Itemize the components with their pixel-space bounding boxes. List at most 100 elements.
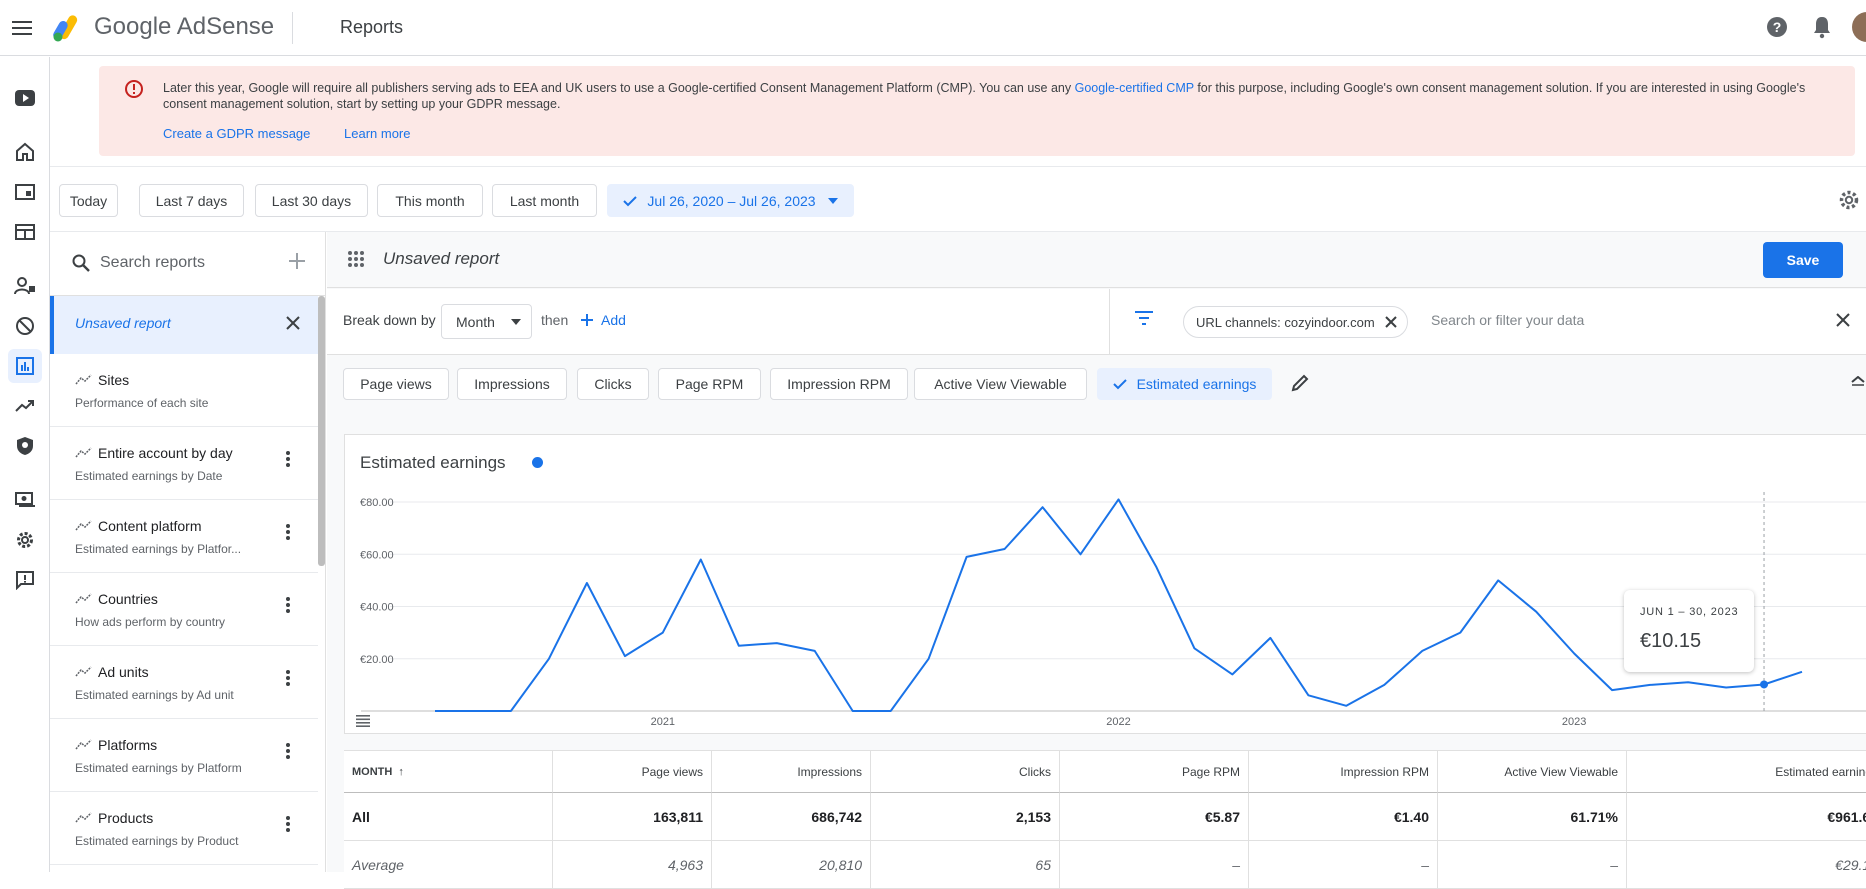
report-item-entire-account[interactable]: Entire account by day Estimated earnings…: [50, 427, 318, 500]
more-vert-icon[interactable]: [286, 743, 290, 759]
report-item-products[interactable]: Products Estimated earnings by Product: [50, 792, 318, 865]
column-header-impression-rpm[interactable]: Impression RPM: [1249, 751, 1438, 793]
breakdown-dropdown[interactable]: Month: [441, 304, 532, 339]
date-range-bar: Today Last 7 days Last 30 days This mont…: [50, 166, 1866, 232]
close-icon[interactable]: [1835, 312, 1851, 328]
top-app-bar: Google AdSense Reports ?: [0, 0, 1866, 56]
breakdown-divider: [1109, 289, 1110, 355]
report-item-unsaved[interactable]: Unsaved report: [50, 296, 318, 354]
report-item-countries[interactable]: Countries How ads perform by country: [50, 573, 318, 646]
table-cell-impression-rpm: €1.40: [1249, 793, 1438, 841]
column-header-estimated-earnings[interactable]: Estimated earnings: [1627, 751, 1866, 793]
y-tick-label: €40.00: [360, 602, 394, 614]
table-cell-clicks: 2,153: [871, 793, 1060, 841]
blocking-controls-icon[interactable]: [8, 309, 42, 343]
earnings-line-chart[interactable]: €20.00€40.00€60.00€80.00202120222023: [345, 435, 1866, 735]
metric-chip-active-view-viewable[interactable]: Active View Viewable: [914, 368, 1087, 400]
close-icon[interactable]: [285, 315, 301, 331]
feedback-icon[interactable]: [8, 563, 42, 597]
date-chip-last-30-days[interactable]: Last 30 days: [255, 184, 368, 217]
payments-icon[interactable]: [8, 483, 42, 517]
privacy-messaging-icon[interactable]: [8, 269, 42, 303]
hamburger-menu-icon[interactable]: [8, 14, 36, 42]
learn-more-link[interactable]: Learn more: [344, 126, 410, 141]
report-table: MONTH ↑Page viewsImpressionsClicksPage R…: [344, 750, 1866, 872]
save-button[interactable]: Save: [1763, 242, 1843, 278]
apps-grid-icon[interactable]: [347, 250, 365, 268]
optimization-icon[interactable]: [8, 389, 42, 423]
date-range-selector[interactable]: Jul 26, 2020 – Jul 26, 2023: [607, 184, 854, 217]
search-reports-input[interactable]: Search reports: [100, 254, 205, 272]
then-label: then: [541, 312, 568, 328]
column-header-month[interactable]: MONTH ↑: [344, 751, 553, 793]
sparkline-icon: [75, 447, 93, 459]
youtube-icon[interactable]: [8, 81, 42, 115]
chart-table-toggle-icon[interactable]: [356, 715, 370, 727]
account-settings-icon[interactable]: [8, 523, 42, 557]
metric-chip-page-views[interactable]: Page views: [343, 368, 449, 400]
notifications-bell-icon[interactable]: [1812, 15, 1832, 39]
add-report-icon[interactable]: [288, 252, 306, 270]
column-header-clicks[interactable]: Clicks: [871, 751, 1060, 793]
tooltip-date: JUN 1 – 30, 2023: [1640, 606, 1738, 618]
date-chip-this-month[interactable]: This month: [377, 184, 483, 217]
x-tick-label: 2021: [651, 716, 675, 728]
sparkline-icon: [75, 593, 93, 605]
data-point[interactable]: [1760, 680, 1768, 688]
add-breakdown-button[interactable]: Add: [581, 312, 626, 328]
table-cell-page-views: 163,811: [553, 793, 712, 841]
filter-chip-url-channel[interactable]: URL channels: cozyindoor.com: [1183, 306, 1408, 338]
error-icon: [125, 80, 143, 98]
column-header-impressions[interactable]: Impressions: [712, 751, 871, 793]
collapse-chart-icon[interactable]: [1851, 376, 1865, 386]
metric-chip-clicks[interactable]: Clicks: [577, 368, 649, 400]
report-item-platforms[interactable]: Platforms Estimated earnings by Platform: [50, 719, 318, 792]
breakdown-bar: Break down by Month then Add URL channel…: [327, 289, 1866, 355]
date-chip-today[interactable]: Today: [59, 184, 118, 217]
reports-scrollbar[interactable]: [318, 296, 325, 566]
check-icon: [1113, 378, 1127, 390]
sort-ascending-icon[interactable]: ↑: [398, 766, 404, 778]
help-icon[interactable]: ?: [1766, 16, 1788, 38]
more-vert-icon[interactable]: [286, 451, 290, 467]
create-gdpr-message-link[interactable]: Create a GDPR message: [163, 126, 310, 141]
column-header-active-view-viewable[interactable]: Active View Viewable: [1438, 751, 1627, 793]
report-item-ad-units[interactable]: Ad units Estimated earnings by Ad unit: [50, 646, 318, 719]
report-item-subtitle: Estimated earnings by Ad unit: [75, 688, 290, 702]
metric-chip-impressions[interactable]: Impressions: [457, 368, 567, 400]
home-icon[interactable]: [8, 135, 42, 169]
metric-chip-impression-rpm[interactable]: Impression RPM: [770, 368, 908, 400]
table-cell-page-rpm: –: [1060, 841, 1249, 889]
more-vert-icon[interactable]: [286, 670, 290, 686]
ads-icon[interactable]: [8, 215, 42, 249]
sites-icon[interactable]: [8, 175, 42, 209]
more-vert-icon[interactable]: [286, 597, 290, 613]
report-item-content-platform[interactable]: Content platform Estimated earnings by P…: [50, 500, 318, 573]
more-vert-icon[interactable]: [286, 524, 290, 540]
more-vert-icon[interactable]: [286, 816, 290, 832]
reports-icon[interactable]: [8, 349, 42, 383]
date-chip-last-7-days[interactable]: Last 7 days: [139, 184, 244, 217]
y-tick-label: €20.00: [360, 654, 394, 666]
account-avatar[interactable]: [1852, 12, 1866, 42]
filter-icon[interactable]: [1135, 311, 1153, 325]
edit-metrics-icon[interactable]: [1291, 374, 1309, 392]
metric-chip-page-rpm[interactable]: Page RPM: [658, 368, 761, 400]
column-header-page-views[interactable]: Page views: [553, 751, 712, 793]
row-label: All: [344, 793, 553, 841]
date-chip-last-month[interactable]: Last month: [492, 184, 597, 217]
gear-icon[interactable]: [1838, 189, 1860, 211]
y-tick-label: €60.00: [360, 549, 394, 561]
series-line: [435, 499, 1802, 711]
report-item-title: Unsaved report: [75, 315, 171, 331]
search-icon: [72, 254, 90, 272]
column-header-page-rpm[interactable]: Page RPM: [1060, 751, 1249, 793]
report-item-sites[interactable]: Sites Performance of each site: [50, 354, 318, 427]
google-certified-cmp-link[interactable]: Google-certified CMP: [1075, 81, 1194, 95]
metric-chip-estimated-earnings[interactable]: Estimated earnings: [1097, 368, 1272, 400]
report-item-subtitle: Estimated earnings by Date: [75, 469, 290, 483]
filter-search-input[interactable]: Search or filter your data: [1431, 312, 1584, 328]
report-name[interactable]: Unsaved report: [383, 249, 499, 269]
policy-center-icon[interactable]: [8, 429, 42, 463]
close-icon[interactable]: [1385, 316, 1397, 328]
